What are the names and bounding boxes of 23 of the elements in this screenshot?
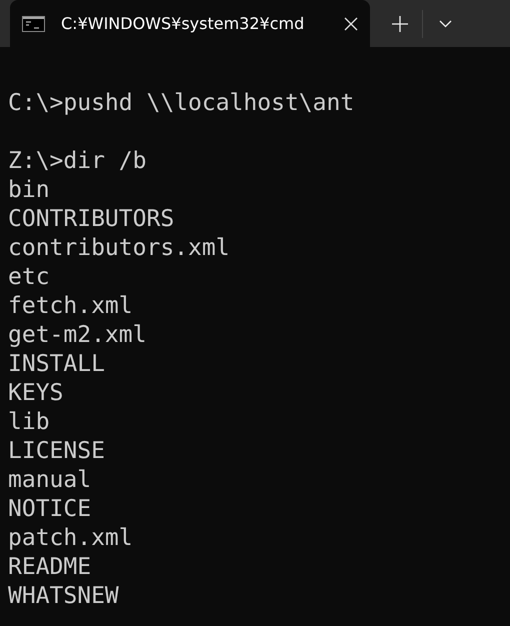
terminal-line: get-m2.xml (8, 321, 146, 350)
terminal-line: contributors.xml (8, 234, 230, 263)
terminal-line: INSTALL (8, 350, 105, 379)
terminal-tab[interactable]: C:¥WINDOWS¥system32¥cmd (10, 0, 370, 47)
console-icon (22, 16, 45, 32)
terminal-line: bin (8, 176, 50, 205)
terminal-line: patch.xml (8, 524, 133, 553)
terminal-line: lib (8, 408, 50, 437)
terminal-line: Z:\>dir /b (8, 147, 146, 176)
terminal-line: CONTRIBUTORS (8, 205, 174, 234)
plus-icon (392, 16, 408, 32)
terminal-line: C:\>pushd \\localhost\ant (8, 89, 354, 118)
terminal-line: manual (8, 466, 92, 495)
chevron-down-icon (438, 20, 452, 28)
terminal-line: NOTICE (8, 495, 92, 524)
close-icon[interactable] (344, 16, 358, 30)
tab-title: C:¥WINDOWS¥system32¥cmd (61, 12, 306, 34)
terminal-line: fetch.xml (8, 292, 133, 321)
terminal-line: LICENSE (8, 437, 105, 466)
terminal-line: WHATSNEW (8, 582, 119, 611)
terminal-line: etc (8, 263, 50, 292)
terminal-line: KEYS (8, 379, 64, 408)
terminal-line: README (8, 553, 92, 582)
